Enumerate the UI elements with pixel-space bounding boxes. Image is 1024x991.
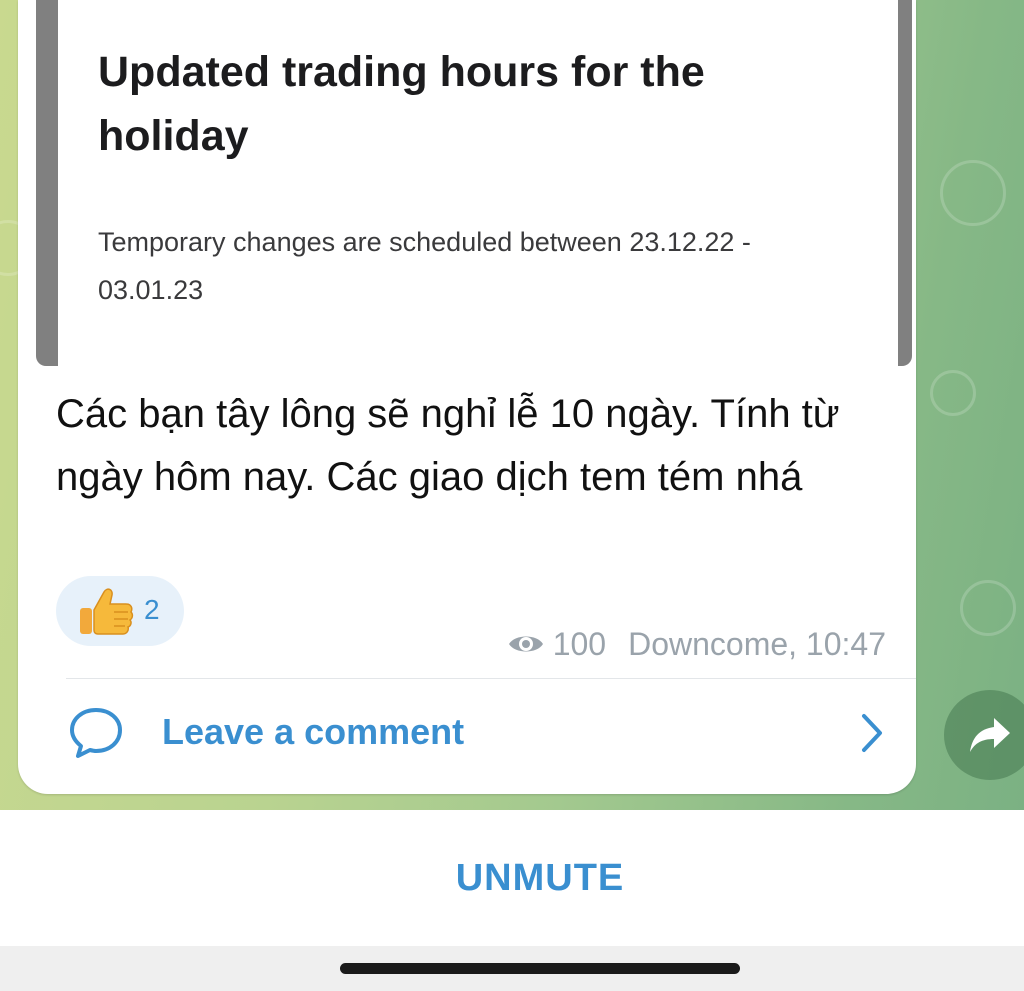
leave-comment-label: Leave a comment (162, 711, 465, 752)
thumbs-up-icon (80, 588, 134, 635)
reaction-chip[interactable]: 2 (56, 576, 184, 646)
message-bubble: Updated trading hours for the holiday Te… (18, 0, 916, 794)
view-count: 100 (552, 625, 607, 662)
background-doodle (930, 370, 976, 416)
unmute-button[interactable]: UNMUTE (0, 810, 1024, 946)
reaction-count: 2 (144, 594, 160, 625)
author-time: Downcome, 10:47 (628, 625, 886, 662)
background-doodle (940, 160, 1006, 226)
bottom-bar: UNMUTE (0, 810, 1024, 946)
leave-comment-button[interactable]: Leave a comment (56, 694, 886, 774)
message-text: Các bạn tây lông sẽ nghỉ lễ 10 ngày. Tín… (56, 392, 840, 499)
chevron-right-icon (862, 714, 882, 752)
comment-bubble-icon (70, 708, 122, 758)
home-indicator[interactable] (340, 963, 740, 974)
divider (66, 678, 916, 679)
link-preview-title: Updated trading hours for the holiday (98, 48, 705, 160)
message-meta: 100 Downcome, 10:47 (507, 624, 886, 664)
home-indicator-area (0, 946, 1024, 991)
link-preview-description: Temporary changes are scheduled between … (98, 227, 751, 305)
background-doodle (960, 580, 1016, 636)
eye-icon (508, 636, 543, 652)
share-arrow-icon (970, 718, 1010, 752)
